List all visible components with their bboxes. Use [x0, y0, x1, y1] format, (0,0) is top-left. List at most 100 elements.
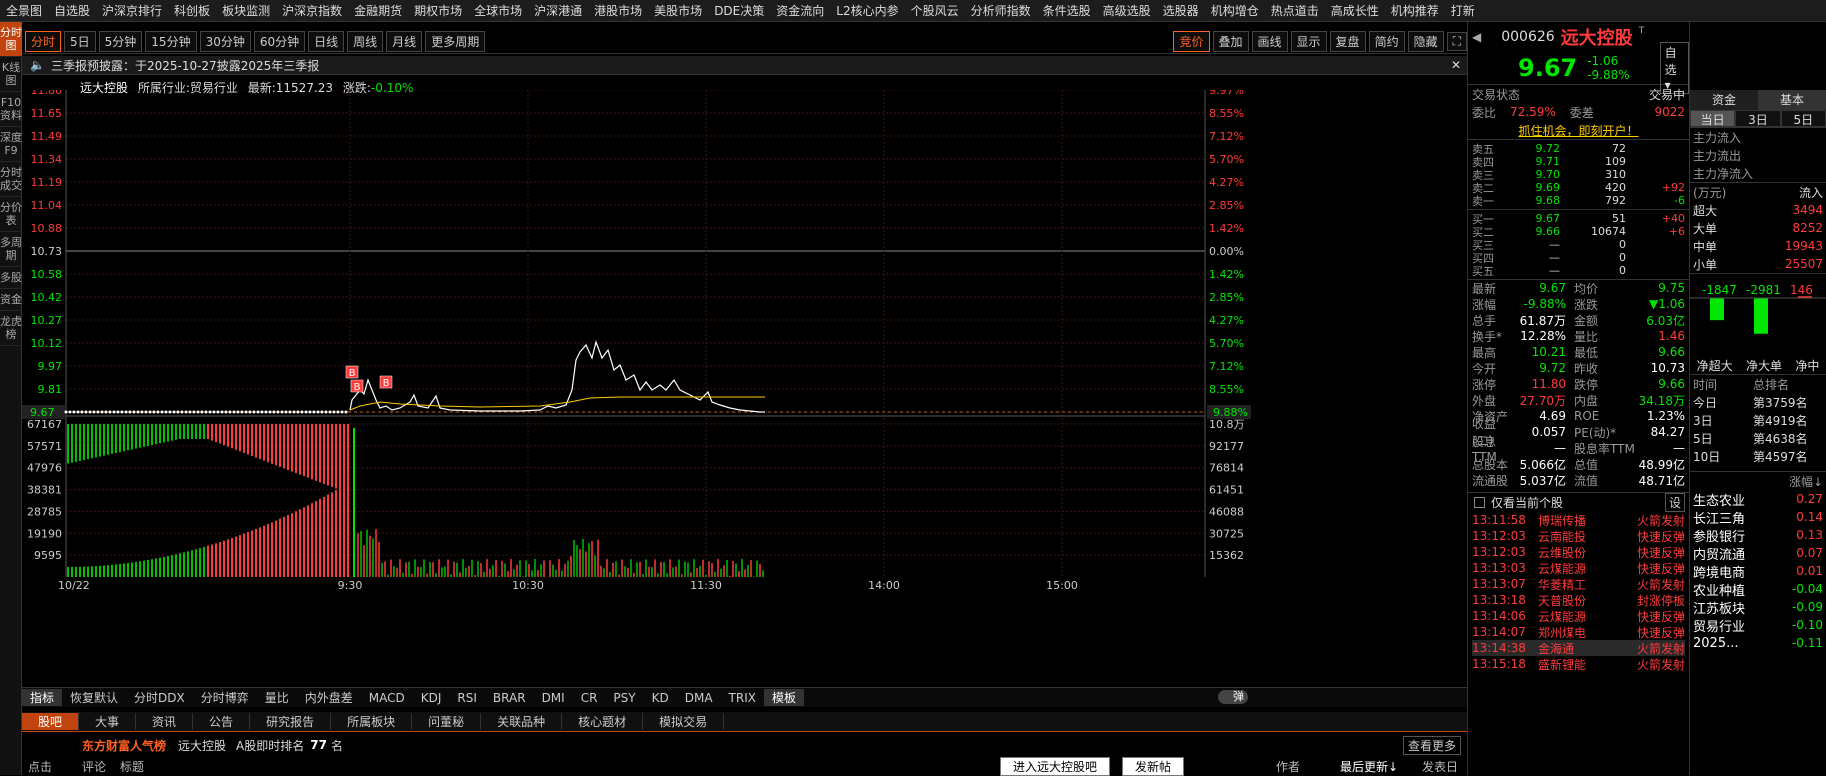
alert-row[interactable]: 13:13:18 天普股份 封涨停板 [1472, 592, 1685, 608]
fund-tab[interactable]: 基本 [1758, 90, 1826, 110]
alert-stock[interactable]: 郑州煤电 [1538, 624, 1596, 641]
indicator-item[interactable]: 指标 [22, 689, 63, 706]
settings-button[interactable]: 设 [1664, 493, 1685, 512]
indicator-item[interactable]: DMA [677, 691, 721, 705]
indicator-item[interactable]: 内外盘差 [297, 689, 361, 706]
toolbar-button[interactable]: 叠加 [1212, 31, 1249, 52]
only-current-checkbox[interactable] [1474, 497, 1485, 508]
alert-stock[interactable]: 云煤能源 [1538, 560, 1596, 577]
sector-row[interactable]: 农业种植 -0.04 [1693, 580, 1823, 599]
indicator-item[interactable]: BRAR [485, 691, 534, 705]
period-tab[interactable]: 5日 [64, 31, 96, 52]
bottom-tab[interactable]: 公告 [193, 713, 251, 730]
sector-row[interactable]: 参股银行 0.13 [1693, 526, 1823, 545]
indicator-item[interactable]: 分时博弈 [193, 689, 257, 706]
bottom-tab[interactable]: 股吧 [22, 713, 80, 730]
alert-row[interactable]: 13:12:03 云维股份 快速反弹 [1472, 544, 1685, 560]
nav-item[interactable]: L2核心内参 [830, 2, 904, 19]
indicator-item[interactable]: 恢复默认 [62, 689, 126, 706]
indicator-item[interactable]: PSY [605, 691, 643, 705]
nav-item[interactable]: 港股市场 [588, 2, 648, 19]
sector-name[interactable]: 参股银行 [1693, 526, 1745, 545]
close-icon[interactable]: ✕ [1451, 58, 1461, 72]
sector-name[interactable]: 生态农业 [1693, 490, 1745, 509]
sector-name[interactable]: 跨境电商 [1693, 562, 1745, 581]
indicator-item[interactable]: RSI [449, 691, 485, 705]
fund-subtab[interactable]: 当日 [1690, 110, 1736, 127]
nav-item[interactable]: 高成长性 [1325, 2, 1385, 19]
nav-item[interactable]: 条件选股 [1037, 2, 1097, 19]
alert-row[interactable]: 13:14:06 云煤能源 快速反弹 [1472, 608, 1685, 624]
fund-subtab[interactable]: 3日 [1735, 110, 1781, 127]
sector-name[interactable]: 2025... [1693, 636, 1738, 651]
indicator-item[interactable]: MACD [361, 691, 413, 705]
period-tab[interactable]: 分时 [25, 31, 62, 52]
alert-stock[interactable]: 天普股份 [1538, 592, 1596, 609]
alert-stock[interactable]: 金海通 [1538, 640, 1596, 657]
nav-item[interactable]: 机构推荐 [1385, 2, 1445, 19]
nav-item[interactable]: 期权市场 [408, 2, 468, 19]
nav-item[interactable]: 金融期货 [348, 2, 408, 19]
sector-name[interactable]: 长江三角 [1693, 508, 1745, 527]
nav-item[interactable]: 美股市场 [648, 2, 708, 19]
bottom-tab[interactable]: 所属板块 [331, 713, 413, 730]
see-more-button[interactable]: 查看更多 [1402, 735, 1461, 755]
sector-name[interactable]: 内贸流通 [1693, 544, 1745, 563]
enter-forum-button[interactable]: 进入远大控股吧 [1000, 757, 1111, 776]
alert-stock[interactable]: 博瑞传播 [1538, 512, 1596, 529]
alert-row[interactable]: 13:15:18 盛新锂能 火箭发射 [1472, 656, 1685, 672]
period-tab[interactable]: 5分钟 [98, 31, 143, 52]
alert-row[interactable]: 13:13:03 云煤能源 快速反弹 [1472, 560, 1685, 576]
sector-row[interactable]: 内贸流通 0.07 [1693, 544, 1823, 563]
bottom-tab[interactable]: 资讯 [136, 713, 194, 730]
indicator-item[interactable]: CR [573, 691, 606, 705]
prev-stock-icon[interactable]: ◀ [1472, 30, 1481, 44]
alert-stock[interactable]: 云煤能源 [1538, 608, 1596, 625]
fund-subtab[interactable]: 5日 [1780, 110, 1826, 127]
indicator-item[interactable]: DMI [534, 691, 573, 705]
toolbar-button[interactable]: 显示 [1290, 31, 1327, 52]
nav-item[interactable]: 分析师指数 [965, 2, 1037, 19]
nav-item[interactable]: 资金流向 [770, 2, 830, 19]
nav-item[interactable]: 科创板 [168, 2, 216, 19]
bottom-tab[interactable]: 大事 [79, 713, 137, 730]
sector-row[interactable]: 江苏板块 -0.09 [1693, 598, 1823, 617]
sidebar-tab[interactable]: 分时图 [0, 22, 22, 57]
alert-stock[interactable]: 盛新锂能 [1538, 656, 1596, 673]
nav-item[interactable]: 打新 [1445, 2, 1481, 19]
period-tab[interactable]: 30分钟 [199, 31, 251, 52]
sector-row[interactable]: 贸易行业 -0.10 [1693, 616, 1823, 635]
period-tab[interactable]: 15分钟 [145, 31, 197, 52]
alert-row[interactable]: 13:13:07 华菱精工 火箭发射 [1472, 576, 1685, 592]
indicator-item[interactable]: TRIX [721, 691, 764, 705]
sector-name[interactable]: 江苏板块 [1693, 598, 1745, 617]
toolbar-button[interactable]: 画线 [1251, 31, 1288, 52]
toolbar-button[interactable]: 简约 [1368, 31, 1405, 52]
nav-item[interactable]: 沪深京排行 [96, 2, 168, 19]
sector-row[interactable]: 生态农业 0.27 [1693, 490, 1823, 509]
fund-tab[interactable]: 资金 [1690, 90, 1758, 110]
nav-item[interactable]: 高级选股 [1097, 2, 1157, 19]
nav-item[interactable]: 沪深京指数 [276, 2, 348, 19]
alert-row[interactable]: 13:12:03 云南能投 快速反弹 [1472, 528, 1685, 544]
bottom-tab[interactable]: 模拟交易 [643, 713, 725, 730]
toolbar-button[interactable]: 隐藏 [1407, 31, 1444, 52]
fullscreen-icon[interactable]: ⛶ [1446, 32, 1467, 51]
indicator-item[interactable]: 量比 [257, 689, 297, 706]
period-tab[interactable]: 月线 [386, 31, 423, 52]
sector-name[interactable]: 农业种植 [1693, 580, 1745, 599]
open-account-ad[interactable]: 抓住机会，即刻开户！ [1518, 122, 1638, 139]
alert-row[interactable]: 13:11:58 博瑞传播 火箭发射 [1472, 512, 1685, 528]
indicator-toggle[interactable]: 弹 [1218, 690, 1248, 704]
nav-item[interactable]: 自选股 [48, 2, 96, 19]
sector-row[interactable]: 跨境电商 0.01 [1693, 562, 1823, 581]
sidebar-tab[interactable]: K线图 [0, 57, 22, 92]
sector-row[interactable]: 长江三角 0.14 [1693, 508, 1823, 527]
sector-row[interactable]: 2025... -0.11 [1693, 634, 1823, 652]
indicator-item[interactable]: 模板 [763, 689, 804, 706]
nav-item[interactable]: 机构增仓 [1205, 2, 1265, 19]
nav-item[interactable]: 板块监测 [216, 2, 276, 19]
period-tab[interactable]: 周线 [347, 31, 384, 52]
announcement-text[interactable]: 三季报预披露：于2025-10-27披露2025年三季报 [51, 57, 319, 74]
indicator-item[interactable]: 分时DDX [126, 689, 193, 706]
